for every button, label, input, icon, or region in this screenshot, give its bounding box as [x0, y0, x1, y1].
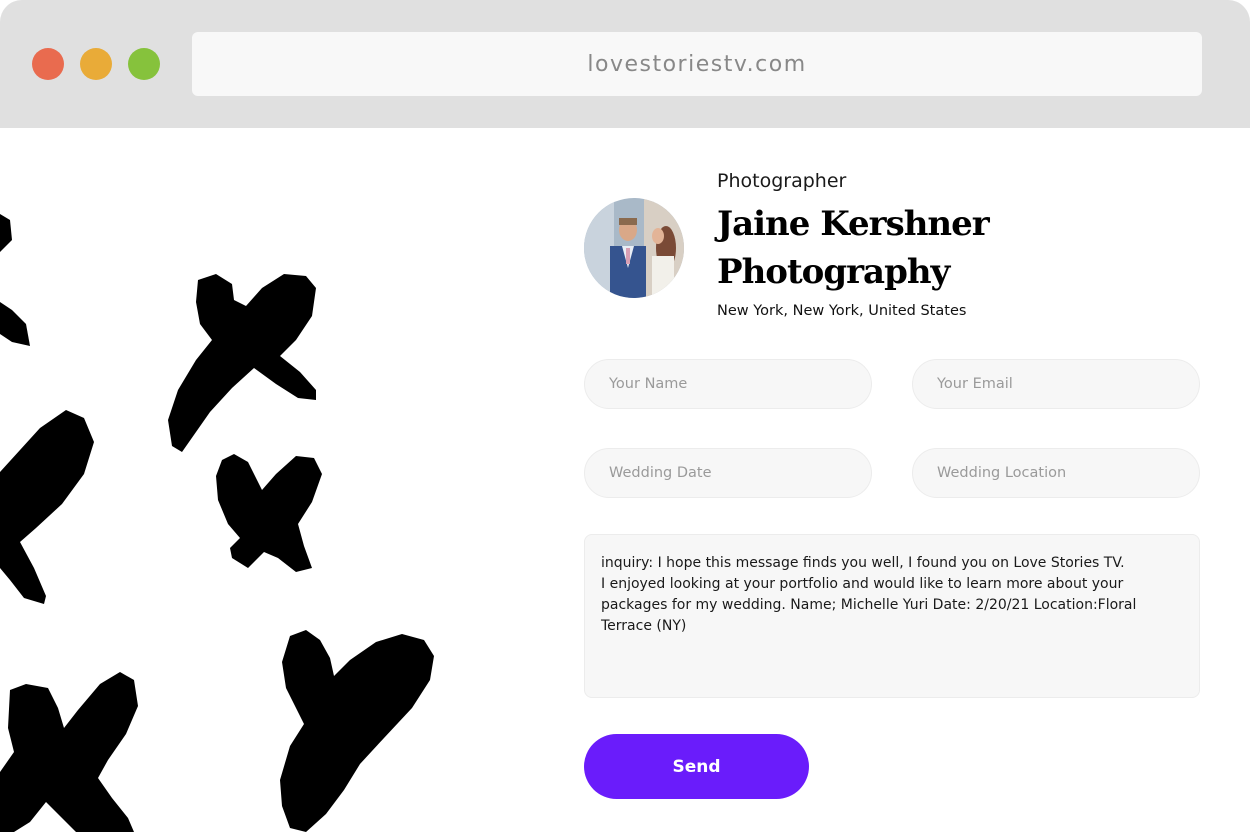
name-input[interactable] [584, 359, 872, 409]
email-input[interactable] [912, 359, 1200, 409]
vendor-avatar [584, 198, 684, 298]
brush-x-mark [0, 672, 138, 832]
wedding-date-input[interactable] [584, 448, 872, 498]
brush-x-pattern [0, 214, 434, 832]
message-textarea[interactable]: inquiry: I hope this message finds you w… [584, 534, 1200, 698]
couple-photo [584, 198, 684, 298]
address-bar[interactable]: lovestoriestv.com [192, 32, 1202, 96]
brush-x-mark [280, 630, 434, 832]
wedding-location-input[interactable] [912, 448, 1200, 498]
send-button[interactable]: Send [584, 734, 809, 799]
minimize-window-dot[interactable] [80, 48, 112, 80]
page-content: Photographer Jaine Kershner Photography … [0, 128, 1250, 832]
brush-x-mark [216, 454, 322, 572]
brush-x-mark [0, 214, 12, 252]
browser-chrome: lovestoriestv.com [0, 0, 1250, 128]
close-window-dot[interactable] [32, 48, 64, 80]
brush-x-mark [0, 410, 94, 604]
maximize-window-dot[interactable] [128, 48, 160, 80]
brush-x-mark [0, 302, 30, 346]
vendor-location: New York, New York, United States [717, 303, 967, 319]
vendor-type: Photographer [717, 170, 847, 192]
url-text: lovestoriestv.com [587, 51, 807, 77]
vendor-name: Jaine Kershner Photography [717, 204, 990, 292]
brush-x-mark [168, 274, 316, 452]
